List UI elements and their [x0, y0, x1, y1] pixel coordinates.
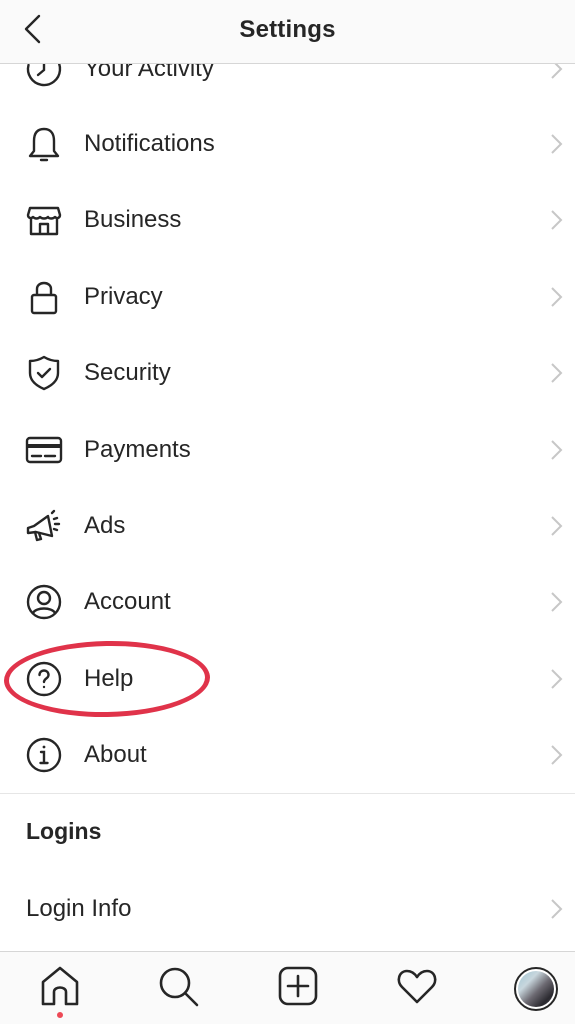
- menu-item-about[interactable]: About: [0, 720, 575, 790]
- menu-item-label: Login Info: [26, 895, 132, 922]
- menu-item-label: Payments: [84, 436, 191, 463]
- tab-activity[interactable]: [395, 964, 439, 1008]
- bell-icon: [28, 127, 60, 162]
- menu-item-privacy[interactable]: Privacy: [0, 262, 575, 332]
- menu-item-label: Notifications: [84, 130, 215, 157]
- section-title-logins: Logins: [26, 818, 102, 844]
- tab-home[interactable]: [38, 964, 82, 1008]
- menu-item-label: About: [84, 741, 147, 768]
- nav-header: Settings: [0, 0, 575, 64]
- lock-icon: [30, 281, 58, 315]
- menu-item-security[interactable]: Security: [0, 338, 575, 408]
- chevron-right-icon: [551, 440, 563, 460]
- chevron-right-icon: [551, 516, 563, 536]
- plus-square-icon: [278, 966, 318, 1006]
- chevron-right-icon: [551, 363, 563, 383]
- search-icon: [159, 967, 199, 1007]
- tab-profile-avatar[interactable]: [514, 967, 558, 1011]
- menu-item-notifications[interactable]: Notifications: [0, 109, 575, 179]
- tab-search[interactable]: [156, 964, 200, 1008]
- megaphone-icon: [26, 509, 61, 542]
- home-notification-dot: [57, 1012, 63, 1018]
- menu-item-label: Help: [84, 665, 134, 692]
- chevron-right-icon: [551, 592, 563, 612]
- menu-item-label: Privacy: [84, 283, 163, 310]
- menu-item-label: Business: [84, 206, 182, 233]
- chevron-right-icon: [551, 287, 563, 307]
- menu-item-label: Security: [84, 359, 171, 386]
- chevron-right-icon: [551, 669, 563, 689]
- chevron-right-icon: [551, 134, 563, 154]
- user-circle-icon: [26, 584, 62, 620]
- menu-item-label: Account: [84, 588, 171, 615]
- menu-item-account[interactable]: Account: [0, 567, 575, 637]
- question-circle-icon: [26, 661, 62, 697]
- chevron-right-icon: [551, 745, 563, 765]
- home-icon: [41, 966, 79, 1006]
- bottom-tab-bar: [0, 951, 575, 1024]
- storefront-icon: [26, 206, 62, 236]
- section-divider: [0, 793, 575, 794]
- heart-icon: [397, 969, 437, 1004]
- shield-check-icon: [28, 355, 60, 391]
- credit-card-icon: [25, 436, 63, 464]
- menu-item-help[interactable]: Help: [0, 644, 575, 714]
- tab-new-post[interactable]: [276, 964, 320, 1008]
- menu-item-business[interactable]: Business: [0, 185, 575, 255]
- avatar: [518, 971, 554, 1007]
- page-title: Settings: [239, 16, 336, 43]
- chevron-right-icon: [551, 210, 563, 230]
- chevron-right-icon: [551, 899, 563, 919]
- menu-item-login-info[interactable]: Login Info: [0, 874, 575, 944]
- menu-item-ads[interactable]: Ads: [0, 491, 575, 561]
- menu-item-label: Ads: [84, 512, 126, 539]
- menu-item-payments[interactable]: Payments: [0, 415, 575, 485]
- info-circle-icon: [26, 737, 62, 773]
